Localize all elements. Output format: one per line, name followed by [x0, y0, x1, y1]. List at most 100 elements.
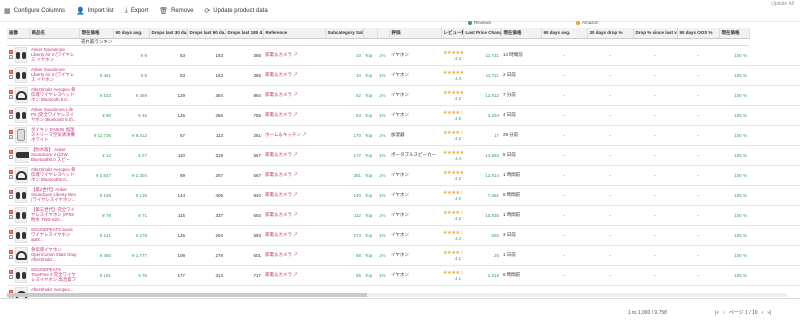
reference-cell[interactable]: ホーム＆キッチン ↗	[263, 125, 325, 146]
column-header[interactable]: 30 days drop %	[587, 28, 634, 39]
graph-icon[interactable]: ▫	[9, 255, 13, 260]
graph-icon[interactable]: ▫	[9, 75, 13, 80]
reference-cell[interactable]: 家電＆カメラ ↗	[263, 245, 325, 266]
product-name-cell[interactable]: AfterShokz Aeropex 骨伝導ワイヤレスヘッドホン Bluetoo…	[29, 85, 79, 106]
product-name-cell[interactable]: ダイキン DAIKIN 加湿ストリーマ空気清浄機 ホワイト MCK70XKW..…	[29, 125, 79, 146]
reference-link[interactable]: 家電＆カメラ	[265, 92, 292, 97]
reference-cell[interactable]: 家電＆カメラ ↗	[263, 225, 325, 246]
remove-icon[interactable]: ×	[9, 70, 13, 74]
product-name-link[interactable]: 骨伝導イヤホン OpenComm Slate Gray AfterShokz..…	[31, 247, 77, 263]
external-link-icon[interactable]: ↗	[293, 172, 298, 177]
column-header[interactable]: レビュー数	[441, 28, 464, 39]
column-header[interactable]: 現在価格	[79, 28, 114, 39]
column-header[interactable]: Drops last 30 da...	[149, 28, 188, 39]
reference-link[interactable]: 家電＆カメラ	[265, 252, 292, 257]
graph-icon[interactable]: ▫	[9, 195, 13, 200]
first-page-button[interactable]: |«	[715, 310, 719, 316]
reference-cell[interactable]: 家電＆カメラ ↗	[263, 105, 325, 126]
update-all-link[interactable]: Update All	[771, 1, 794, 7]
external-link-icon[interactable]: ↗	[293, 52, 298, 57]
table-row[interactable]: × ▫ AfterShokz Aeropex 骨伝導ワイヤレスヘッドホン Bluet…	[7, 85, 800, 106]
reference-cell[interactable]: 家電＆カメラ ↗	[263, 85, 325, 106]
product-name-link[interactable]: Anker Soundcore Life P2 (完全ワイヤレスイヤホン Blu…	[31, 107, 77, 123]
column-header[interactable]: 90 days avg.	[541, 28, 588, 39]
external-link-icon[interactable]: ↗	[293, 152, 298, 157]
remove-icon[interactable]: ×	[9, 170, 13, 174]
graph-icon[interactable]: ▫	[9, 215, 13, 220]
table-row[interactable]: ×▫ダイキン DAIKIN 加湿ストリーマ空気清浄機 ホワイト MCK70XKW…	[7, 125, 800, 146]
configure-columns-button[interactable]: ▦ Configure Columns	[4, 7, 65, 15]
remove-icon[interactable]: ×	[9, 150, 13, 154]
external-link-icon[interactable]: ↗	[293, 232, 298, 237]
reference-link[interactable]: 家電＆カメラ	[265, 112, 292, 117]
remove-icon[interactable]: ×	[9, 90, 13, 94]
table-row[interactable]: × ▫ AfterShokz Aeropex 骨伝導ワイヤレスヘッドホン Bluet…	[7, 165, 800, 186]
external-link-icon[interactable]: ↗	[293, 72, 298, 77]
external-link-icon[interactable]: ↗	[293, 112, 298, 117]
last-page-button[interactable]: »|	[767, 310, 771, 316]
table-row[interactable]: × ▫ SOUNDPEATS TrueFree 2 完全ワイヤレスイヤホン 高音質フ…	[7, 265, 800, 286]
product-name-link[interactable]: Anker Soundcore Liberty Air 2 (ワイヤレス イヤホ…	[31, 67, 77, 83]
column-header[interactable]: Drops last 180 d...	[225, 28, 264, 39]
table-row[interactable]: × ▫ SOUNDPEATS Sonic ワイヤレスイヤホン aptX... ¥ 14…	[7, 225, 800, 246]
update-product-data-button[interactable]: ⟳ Update product data	[204, 7, 267, 15]
graph-icon[interactable]: ▫	[9, 95, 13, 100]
remove-icon[interactable]: ×	[9, 250, 13, 254]
product-name-link[interactable]: SOUNDPEATS TrueFree 2 完全ワイヤレスイヤホン 高音質フィッ…	[31, 267, 77, 283]
external-link-icon[interactable]: ↗	[302, 132, 307, 137]
product-name-link[interactable]: 【防水版】 Anker Soundcore 2 (12W Bluetooth5.…	[31, 147, 77, 163]
product-name-cell[interactable]: 【第2世代】Anker Soundcore Liberty Neo (ワイヤレス…	[29, 185, 79, 206]
graph-icon[interactable]: ▫	[9, 235, 13, 240]
column-header[interactable]: Drops last 90 da...	[187, 28, 226, 39]
graph-icon[interactable]: ▫	[9, 55, 13, 60]
reference-link[interactable]: 家電＆カメラ	[265, 212, 292, 217]
reference-link[interactable]: 家電＆カメラ	[265, 52, 292, 57]
external-link-icon[interactable]: ↗	[293, 92, 298, 97]
column-header[interactable]: 画像	[7, 28, 30, 39]
reference-link[interactable]: ホーム＆キッチン	[265, 132, 301, 137]
external-link-icon[interactable]: ↗	[293, 192, 298, 197]
remove-icon[interactable]: ×	[9, 50, 13, 54]
next-page-button[interactable]: ›	[762, 310, 764, 316]
reference-link[interactable]: 家電＆カメラ	[265, 72, 292, 77]
product-name-cell[interactable]: Anker Soundcore Liberty Air 2 (ワイヤレス イヤホ…	[29, 65, 79, 86]
reference-cell[interactable]: 家電＆カメラ ↗	[263, 205, 325, 226]
reference-link[interactable]: 家電＆カメラ	[265, 192, 292, 197]
table-row[interactable]: × ▫ Anker Soundcore Life P2 (完全ワイヤレスイヤホン B…	[7, 105, 800, 126]
reference-link[interactable]: 家電＆カメラ	[265, 152, 292, 157]
product-name-link[interactable]: ダイキン DAIKIN 加湿ストリーマ空気清浄機 ホワイト MCK70XKW..…	[31, 127, 77, 143]
table-row[interactable]: × ▫ 【第2世代】Anker Soundcore Liberty Neo (ワイヤ…	[7, 185, 800, 206]
column-header[interactable]	[377, 28, 390, 39]
reference-link[interactable]: 家電＆カメラ	[265, 232, 292, 237]
product-name-cell[interactable]: 骨伝導イヤホン OpenComm Slate Gray AfterShokz..…	[29, 245, 79, 266]
product-name-cell[interactable]: AfterShokz Aeropex 骨伝導ワイヤレスヘッドホン Bluetoo…	[29, 165, 79, 186]
column-header[interactable]: Reference	[263, 28, 326, 39]
prev-page-button[interactable]: ‹	[723, 310, 725, 316]
reference-cell[interactable]: 家電＆カメラ ↗	[263, 185, 325, 206]
product-name-cell[interactable]: SOUNDPEATS TrueFree 2 完全ワイヤレスイヤホン 高音質フィッ…	[29, 265, 79, 286]
column-header[interactable]: 現在価格	[501, 28, 542, 39]
external-link-icon[interactable]: ↗	[293, 212, 298, 217]
reference-cell[interactable]: 家電＆カメラ ↗	[263, 265, 325, 286]
external-link-icon[interactable]: ↗	[293, 252, 298, 257]
column-header[interactable]: 90 days avg.	[113, 28, 150, 39]
reference-cell[interactable]: 家電＆カメラ ↗	[263, 145, 325, 166]
product-name-link[interactable]: 【第2世代】Anker Soundcore Liberty Neo (ワイヤレス…	[31, 187, 77, 203]
graph-icon[interactable]: ▫	[9, 275, 13, 280]
reference-link[interactable]: 家電＆カメラ	[265, 272, 292, 277]
product-name-link[interactable]: AfterShokz Aeropex 骨伝導ワイヤレスヘッドホン Bluetoo…	[31, 87, 77, 103]
product-name-link[interactable]: SOUNDPEATS Sonic ワイヤレスイヤホン aptX...	[31, 227, 77, 243]
scrollbar-thumb[interactable]	[7, 293, 367, 297]
graph-icon[interactable]: ▫	[9, 155, 13, 160]
column-header[interactable]: 90 days OOS %	[677, 28, 720, 39]
reference-link[interactable]: 家電＆カメラ	[265, 172, 292, 177]
reference-cell[interactable]: 家電＆カメラ ↗	[263, 45, 325, 66]
external-link-icon[interactable]: ↗	[293, 272, 298, 277]
graph-icon[interactable]: ▫	[9, 115, 13, 120]
import-list-button[interactable]: 👤 Import list	[76, 7, 114, 15]
column-header[interactable]: Last Price Change	[463, 28, 502, 39]
export-button[interactable]: ⤓ Export	[125, 7, 148, 15]
remove-icon[interactable]: ×	[9, 190, 13, 194]
column-header[interactable]: Drop % since last visit	[633, 28, 678, 39]
remove-icon[interactable]: ×	[9, 210, 13, 214]
